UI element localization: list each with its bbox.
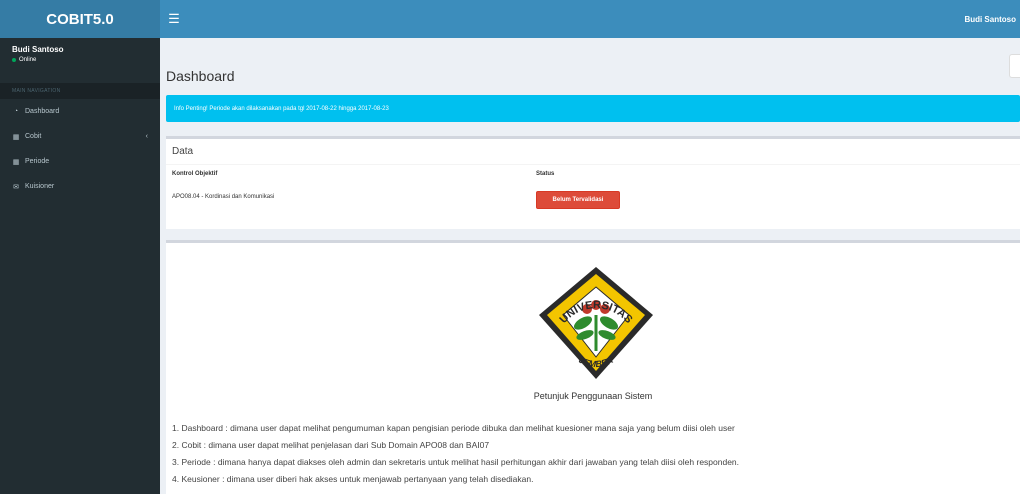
university-logo: UNIVERSITAS JEMBER [531,263,661,383]
brand-logo[interactable]: COBIT5.0 [0,0,160,38]
user-status-label: Online [19,57,37,63]
sidebar-item-label: Periode [25,158,50,165]
sidebar-item-dashboard[interactable]: ◔ Dashboard [0,99,160,124]
envelope-icon: ✉ [13,183,19,191]
user-panel: Budi Santoso Online [0,38,160,83]
instructions-list: 1. Dashboard : dimana user dapat melihat… [172,420,739,488]
table-icon: ▦ [12,133,20,141]
corner-button[interactable] [1009,54,1020,78]
divider [166,164,1020,165]
info-alert: Info Penting! Periode akan dilaksanakan … [166,95,1020,122]
data-box: Data Kontrol Objektif Status APO08.04 - … [166,136,1020,229]
list-item: 4. Keusioner : dimana user diberi hak ak… [172,474,534,484]
instructions-title: Petunjuk Penggunaan Sistem [533,391,653,401]
column-header-status: Status [536,171,555,177]
table-cell-kontrol: APO08.04 - Kordinasi dan Komunikasi [172,194,275,200]
user-panel-name: Budi Santoso [12,45,64,54]
column-header-kontrol: Kontrol Objektif [172,171,218,177]
box-title: Data [172,146,194,157]
sidebar-item-label: Dashboard [25,108,60,115]
sidebar-item-periode[interactable]: ▦ Periode [0,149,160,174]
status-badge: Belum Tervalidasi [536,191,620,209]
list-item: 1. Dashboard : dimana user dapat melihat… [172,423,735,433]
navbar: ☰ Budi Santoso [160,0,1020,38]
chevron-left-icon: ‹ [145,133,148,140]
sidebar-item-kuisioner[interactable]: ✉ Kuisioner [0,174,160,199]
sidebar: Budi Santoso Online MAIN NAVIGATION ◔ Da… [0,38,160,494]
page-title: Dashboard [166,68,235,84]
sidebar-item-label: Kuisioner [25,183,55,190]
header-user-menu[interactable]: Budi Santoso [964,15,1020,24]
nav-header: MAIN NAVIGATION [0,83,160,99]
sidebar-item-cobit[interactable]: ▦ Cobit ‹ [0,124,160,149]
list-item: 2. Cobit : dimana user dapat melihat pen… [172,440,490,450]
instructions-box: UNIVERSITAS JEMBER Petunjuk Penggunaan S… [166,240,1020,494]
user-status: Online [12,57,148,63]
top-header: COBIT5.0 ☰ Budi Santoso [0,0,1020,38]
calendar-icon: ▦ [12,158,20,166]
online-dot-icon [12,58,16,62]
alert-text: Info Penting! Periode akan dilaksanakan … [174,105,389,112]
main-content: Dashboard Info Penting! Periode akan dil… [160,38,1020,494]
dashboard-icon: ◔ [13,108,19,115]
list-item: 3. Periode : dimana hanya dapat diakses … [172,457,740,467]
sidebar-item-label: Cobit [25,133,42,140]
sidebar-toggle-icon[interactable]: ☰ [160,0,188,38]
